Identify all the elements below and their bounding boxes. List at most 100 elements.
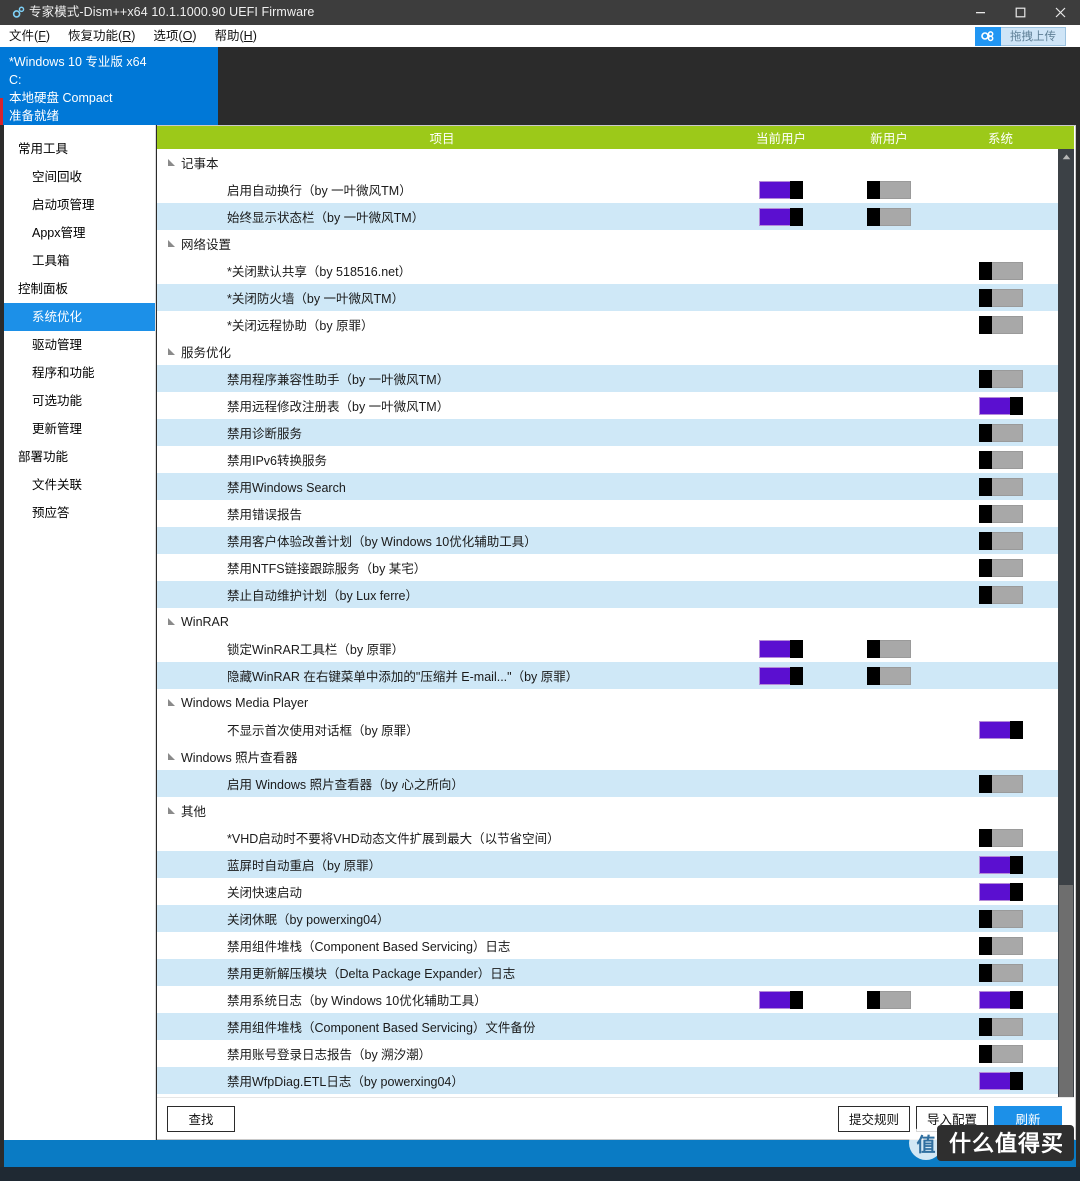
column-header-item[interactable]: 项目 — [157, 128, 727, 147]
table-row[interactable]: 禁用WfpDiag.ETL日志（by powerxing04） — [157, 1067, 1058, 1094]
table-row[interactable]: 启用自动换行（by 一叶微风TM） — [157, 176, 1058, 203]
table-row[interactable]: *VHD启动时不要将VHD动态文件扩展到最大（以节省空间） — [157, 824, 1058, 851]
toggle-system[interactable] — [978, 558, 1023, 577]
table-group-row[interactable]: Windows 照片查看器 — [157, 743, 1058, 770]
toggle-system[interactable] — [978, 288, 1023, 307]
toggle-system[interactable] — [978, 855, 1023, 874]
toggle-system[interactable] — [978, 936, 1023, 955]
table-row[interactable]: 关闭休眠（by powerxing04） — [157, 905, 1058, 932]
toggle-system[interactable] — [978, 909, 1023, 928]
toggle-current-user[interactable] — [759, 990, 803, 1009]
table-row[interactable]: 禁用NTFS链接跟踪服务（by 某宅） — [157, 554, 1058, 581]
toggle-new-user[interactable] — [867, 639, 911, 658]
toggle-current-user[interactable] — [759, 639, 803, 658]
toggle-system[interactable] — [978, 531, 1023, 550]
toggle-new-user[interactable] — [867, 990, 911, 1009]
table-row[interactable]: 禁用系统日志（by Windows 10优化辅助工具） — [157, 986, 1058, 1013]
table-row[interactable]: 禁用诊断服务 — [157, 419, 1058, 446]
submit-rule-button[interactable]: 提交规则 — [837, 1105, 910, 1132]
close-button[interactable] — [1040, 0, 1080, 25]
table-row[interactable]: 禁用错误报告 — [157, 500, 1058, 527]
toggle-current-user[interactable] — [759, 207, 803, 226]
drag-upload-button[interactable]: 拖拽上传 — [975, 26, 1066, 46]
table-row[interactable]: 禁用IPv6转换服务 — [157, 446, 1058, 473]
toggle-system[interactable] — [978, 828, 1023, 847]
sidebar-item-driver-manager[interactable]: 驱动管理 — [4, 331, 155, 359]
expander-collapse-icon[interactable] — [163, 155, 179, 171]
expander-collapse-icon[interactable] — [163, 236, 179, 252]
table-row[interactable]: 隐藏WinRAR 在右键菜单中添加的"压缩并 E-mail..."（by 原罪） — [157, 662, 1058, 689]
toggle-system[interactable] — [978, 1044, 1023, 1063]
table-row[interactable]: 关闭快速启动 — [157, 878, 1058, 905]
menu-item-file[interactable]: 文件(F) — [0, 25, 59, 47]
toggle-new-user[interactable] — [867, 180, 911, 199]
sidebar-item-unattend[interactable]: 预应答 — [4, 499, 155, 527]
table-row[interactable]: 蓝屏时自动重启（by 原罪） — [157, 851, 1058, 878]
sidebar-item-system-optimize[interactable]: 系统优化 — [4, 303, 155, 331]
table-group-row[interactable]: 记事本 — [157, 149, 1058, 176]
toggle-system[interactable] — [978, 882, 1023, 901]
column-header-new-user[interactable]: 新用户 — [835, 128, 943, 147]
sidebar-item-update-manager[interactable]: 更新管理 — [4, 415, 155, 443]
expander-collapse-icon[interactable] — [163, 803, 179, 819]
table-row[interactable]: 始终显示状态栏（by 一叶微风TM） — [157, 203, 1058, 230]
vertical-scrollbar[interactable] — [1058, 149, 1074, 1114]
menu-item-help[interactable]: 帮助(H) — [205, 25, 265, 47]
toggle-system[interactable] — [978, 990, 1023, 1009]
toggle-system[interactable] — [978, 423, 1023, 442]
maximize-button[interactable] — [1000, 0, 1040, 25]
table-row[interactable]: 禁止自动维护计划（by Lux ferre） — [157, 581, 1058, 608]
table-row[interactable]: *关闭远程协助（by 原罪） — [157, 311, 1058, 338]
toggle-new-user[interactable] — [867, 666, 911, 685]
expander-collapse-icon[interactable] — [163, 695, 179, 711]
expander-collapse-icon[interactable] — [163, 344, 179, 360]
table-row[interactable]: 禁用组件堆栈（Component Based Servicing）日志 — [157, 932, 1058, 959]
column-header-system[interactable]: 系统 — [943, 128, 1058, 147]
table-row[interactable]: 不显示首次使用对话框（by 原罪） — [157, 716, 1058, 743]
scrollbar-thumb[interactable] — [1059, 885, 1073, 1097]
menu-item-options[interactable]: 选项(O) — [144, 25, 205, 47]
table-row[interactable]: 禁用Windows Search — [157, 473, 1058, 500]
minimize-button[interactable] — [960, 0, 1000, 25]
refresh-button[interactable]: 刷新 — [994, 1105, 1062, 1132]
toggle-new-user[interactable] — [867, 207, 911, 226]
table-row[interactable]: 启用 Windows 照片查看器（by 心之所向） — [157, 770, 1058, 797]
toggle-system[interactable] — [978, 720, 1023, 739]
toggle-system[interactable] — [978, 261, 1023, 280]
toggle-system[interactable] — [978, 585, 1023, 604]
scroll-up-arrow[interactable] — [1058, 149, 1074, 165]
table-row[interactable]: *关闭防火墙（by 一叶微风TM） — [157, 284, 1058, 311]
expander-collapse-icon[interactable] — [163, 749, 179, 765]
column-header-current-user[interactable]: 当前用户 — [727, 128, 835, 147]
toggle-system[interactable] — [978, 450, 1023, 469]
table-row[interactable]: 禁用程序兼容性助手（by 一叶微风TM） — [157, 365, 1058, 392]
sidebar-item-startup-manager[interactable]: 启动项管理 — [4, 191, 155, 219]
toggle-system[interactable] — [978, 396, 1023, 415]
expander-collapse-icon[interactable] — [163, 614, 179, 630]
table-row[interactable]: 禁用账号登录日志报告（by 溯汐潮） — [157, 1040, 1058, 1067]
image-info-panel[interactable]: *Windows 10 专业版 x64 C: 本地硬盘 Compact 准备就绪 — [0, 47, 218, 125]
sidebar-item-optional-features[interactable]: 可选功能 — [4, 387, 155, 415]
table-group-row[interactable]: Windows Media Player — [157, 689, 1058, 716]
import-config-button[interactable]: 导入配置 — [915, 1105, 988, 1132]
table-row[interactable]: *关闭默认共享（by 518516.net） — [157, 257, 1058, 284]
toggle-system[interactable] — [978, 963, 1023, 982]
toggle-system[interactable] — [978, 477, 1023, 496]
sidebar-item-appx-manager[interactable]: Appx管理 — [4, 219, 155, 247]
table-group-row[interactable]: WinRAR — [157, 608, 1058, 635]
sidebar-item-file-association[interactable]: 文件关联 — [4, 471, 155, 499]
sidebar-item-toolbox[interactable]: 工具箱 — [4, 247, 155, 275]
toggle-system[interactable] — [978, 369, 1023, 388]
toggle-system[interactable] — [978, 315, 1023, 334]
sidebar-item-space-recycle[interactable]: 空间回收 — [4, 163, 155, 191]
sidebar-item-programs-features[interactable]: 程序和功能 — [4, 359, 155, 387]
menu-item-recovery[interactable]: 恢复功能(R) — [59, 25, 144, 47]
toggle-current-user[interactable] — [759, 666, 803, 685]
table-row[interactable]: 禁用远程修改注册表（by 一叶微风TM） — [157, 392, 1058, 419]
find-button[interactable]: 查找 — [167, 1105, 235, 1132]
table-group-row[interactable]: 服务优化 — [157, 338, 1058, 365]
table-group-row[interactable]: 网络设置 — [157, 230, 1058, 257]
toggle-current-user[interactable] — [759, 180, 803, 199]
toggle-system[interactable] — [978, 1071, 1023, 1090]
toggle-system[interactable] — [978, 504, 1023, 523]
